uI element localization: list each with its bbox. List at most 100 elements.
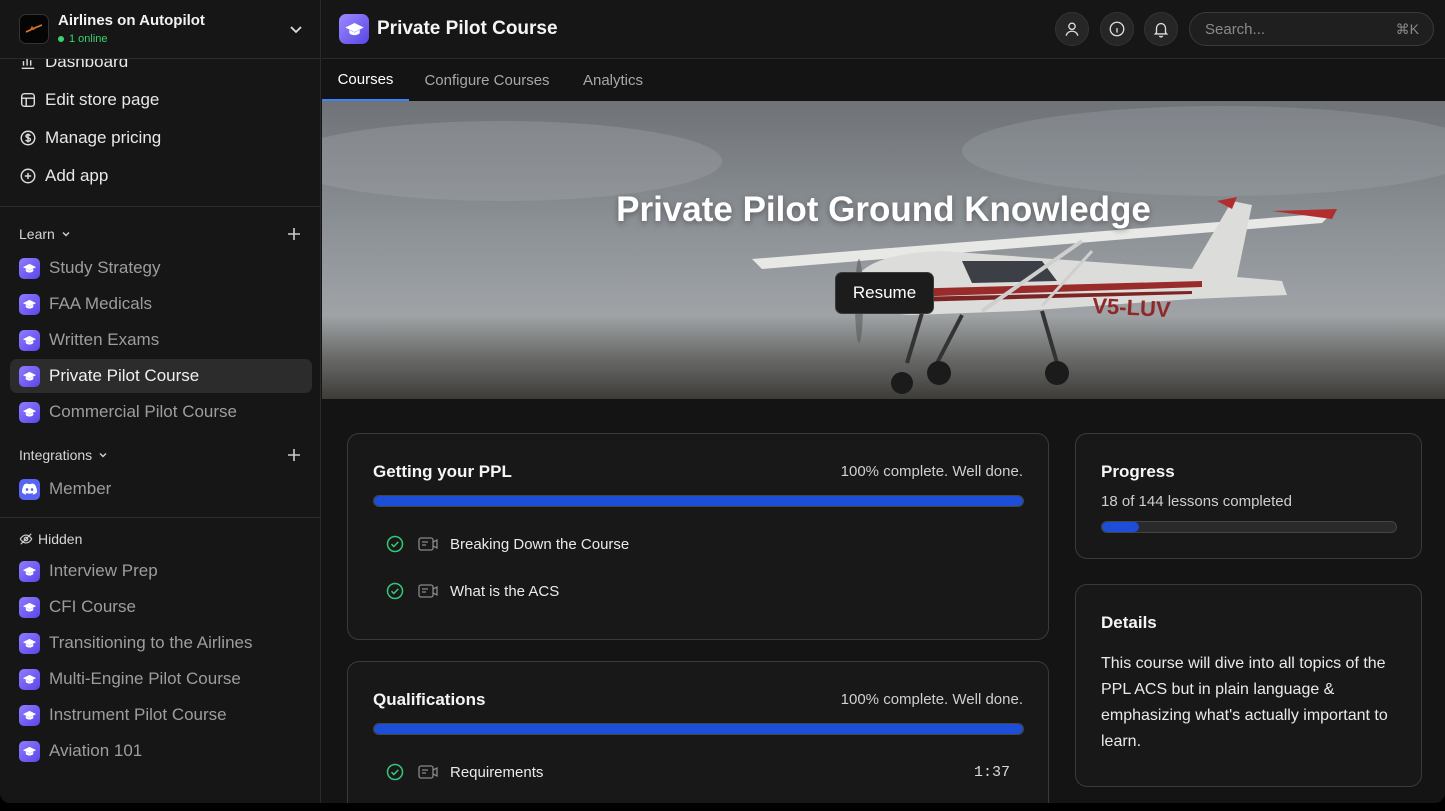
sidebar-item-study-strategy[interactable]: Study Strategy — [10, 251, 312, 285]
overall-progress-fill — [1102, 522, 1139, 532]
resume-button[interactable]: Resume — [835, 272, 934, 314]
info-button[interactable] — [1100, 12, 1134, 46]
sidebar-item-written-exams[interactable]: Written Exams — [10, 323, 312, 357]
sidebar-item-label: Multi-Engine Pilot Course — [49, 669, 241, 688]
sidebar-item-interview-prep[interactable]: Interview Prep — [10, 554, 312, 588]
workspace-switcher[interactable]: Airlines on Autopilot 1 online — [0, 0, 320, 59]
chevron-down-icon[interactable] — [287, 20, 305, 38]
overall-progress-bar — [1101, 521, 1397, 533]
details-card-title: Details — [1101, 613, 1157, 632]
lesson-duration: 1:37 — [973, 764, 1010, 781]
sidebar-item-transitioning-to-the-airlines[interactable]: Transitioning to the Airlines — [10, 626, 312, 660]
graduation-cap-icon — [19, 329, 40, 351]
workspace-name: Airlines on Autopilot — [58, 12, 205, 29]
module-title: Qualifications — [373, 690, 486, 709]
sidebar-item-aviation-101[interactable]: Aviation 101 — [10, 734, 312, 768]
aircraft-registration: V5-LUV — [1092, 293, 1172, 322]
dollar-icon — [20, 130, 36, 146]
sidebar-item-label: Study Strategy — [49, 258, 161, 277]
module-progress-bar — [373, 723, 1024, 735]
discord-icon — [19, 478, 40, 500]
lesson-row[interactable]: Breaking Down the Course — [386, 535, 629, 553]
nav-label: Edit store page — [45, 90, 160, 109]
check-circle-icon — [386, 582, 404, 600]
sidebar-item-label: Commercial Pilot Course — [49, 402, 237, 421]
graduation-cap-icon — [19, 365, 40, 387]
section-learn-label: Learn — [19, 226, 55, 242]
module-card: Qualifications 100% complete. Well done.… — [347, 661, 1049, 803]
add-learn-app-icon[interactable] — [286, 226, 302, 242]
graduation-cap-icon — [19, 293, 40, 315]
sidebar-item-faa-medicals[interactable]: FAA Medicals — [10, 287, 312, 321]
module-status: 100% complete. Well done. — [840, 691, 1023, 708]
divider — [0, 517, 320, 518]
progress-card: Progress 18 of 144 lessons completed — [1075, 433, 1422, 559]
sidebar-item-cfi-course[interactable]: CFI Course — [10, 590, 312, 624]
sidebar-item-label: Instrument Pilot Course — [49, 705, 227, 724]
sidebar-item-member[interactable]: Member — [10, 472, 312, 506]
tab-courses[interactable]: Courses — [322, 60, 409, 101]
plus-circle-icon — [20, 168, 36, 184]
search-input[interactable] — [1205, 13, 1385, 45]
details-card: Details This course will dive into all t… — [1075, 584, 1422, 787]
module-title: Getting your PPL — [373, 462, 512, 481]
section-learn-toggle[interactable]: Learn — [19, 226, 72, 242]
nav-manage-pricing[interactable]: Manage pricing — [19, 128, 161, 148]
tab-configure-courses[interactable]: Configure Courses — [414, 60, 560, 101]
section-hidden: Hidden — [19, 531, 82, 547]
sidebar-item-multi-engine-pilot-course[interactable]: Multi-Engine Pilot Course — [10, 662, 312, 696]
sidebar-item-commercial-pilot-course[interactable]: Commercial Pilot Course — [10, 395, 312, 429]
course-title: Private Pilot Ground Knowledge — [616, 190, 1151, 229]
section-integrations-label: Integrations — [19, 447, 93, 463]
section-hidden-label: Hidden — [38, 531, 83, 547]
lesson-title: What is the ACS — [450, 582, 560, 600]
workspace-logo — [19, 14, 49, 44]
add-integration-icon[interactable] — [286, 447, 302, 463]
graduation-cap-icon — [19, 704, 40, 726]
sidebar-item-label: FAA Medicals — [49, 294, 152, 313]
tab-analytics[interactable]: Analytics — [574, 60, 652, 101]
online-count: 1 online — [69, 33, 108, 45]
check-circle-icon — [386, 763, 404, 781]
notifications-button[interactable] — [1144, 12, 1178, 46]
online-status: 1 online — [58, 33, 108, 45]
lesson-title: Requirements — [450, 763, 544, 781]
section-integrations-toggle[interactable]: Integrations — [19, 447, 109, 463]
progress-card-title: Progress — [1101, 462, 1175, 481]
graduation-cap-icon — [19, 632, 40, 654]
sidebar-item-private-pilot-course[interactable]: Private Pilot Course — [10, 359, 312, 393]
video-icon — [418, 765, 438, 779]
sidebar-item-label: CFI Course — [49, 597, 136, 616]
chevron-down-icon — [99, 452, 107, 458]
sidebar-item-label: Private Pilot Course — [49, 366, 200, 385]
divider — [0, 206, 320, 207]
graduation-cap-icon — [19, 401, 40, 423]
nav-label: Manage pricing — [45, 128, 162, 147]
online-dot-icon — [58, 36, 64, 42]
details-description: This course will dive into all topics of… — [1101, 655, 1388, 750]
lesson-row[interactable]: What is the ACS — [386, 582, 559, 600]
page-title: Private Pilot Course — [377, 18, 558, 39]
app-window: Dashboard Edit store page Manage pricing… — [0, 0, 1445, 803]
nav-add-app[interactable]: Add app — [19, 166, 108, 186]
airplane-hero-image: V5-LUV — [322, 101, 1445, 399]
search-box: ⌘K — [1189, 12, 1434, 46]
store-icon — [20, 92, 36, 108]
sidebar-item-instrument-pilot-course[interactable]: Instrument Pilot Course — [10, 698, 312, 732]
progress-summary: 18 of 144 lessons completed — [1101, 493, 1292, 510]
profile-button[interactable] — [1055, 12, 1089, 46]
graduation-cap-icon — [19, 740, 40, 762]
sidebar-item-label: Written Exams — [49, 330, 160, 349]
graduation-cap-icon — [19, 668, 40, 690]
graduation-cap-icon — [19, 596, 40, 618]
course-hero: V5-LUV Private Pilot Ground Knowledge Re… — [322, 101, 1445, 399]
sidebar-item-label: Member — [49, 479, 112, 498]
nav-edit-store-page[interactable]: Edit store page — [19, 90, 159, 110]
sidebar-item-label: Interview Prep — [49, 561, 158, 580]
top-header: Private Pilot Course ⌘K — [322, 0, 1445, 59]
video-icon — [418, 584, 438, 598]
lesson-row[interactable]: Requirements — [386, 763, 543, 781]
graduation-cap-icon — [19, 560, 40, 582]
search-shortcut: ⌘K — [1395, 21, 1419, 37]
module-progress-fill — [374, 496, 1023, 506]
